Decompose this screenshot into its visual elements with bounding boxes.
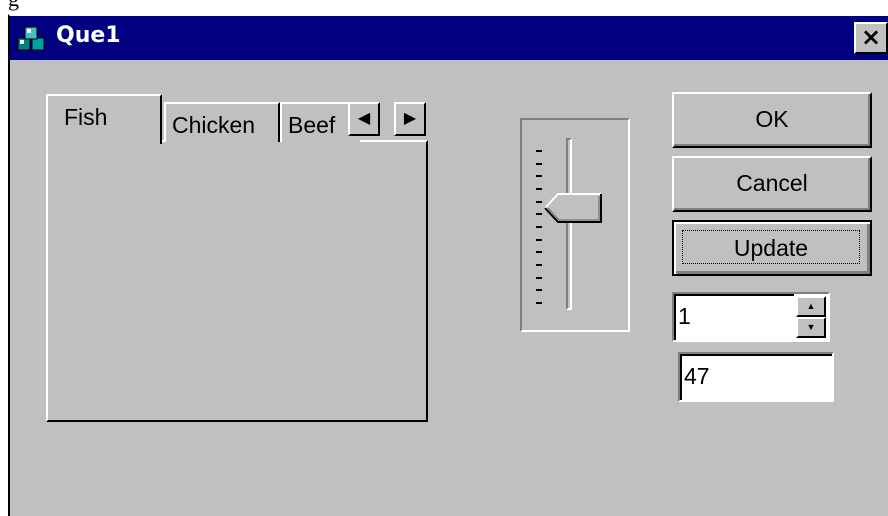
tab-fish[interactable]: Fish [46,94,162,144]
trackbar-tick [536,200,542,203]
value-input[interactable]: 47 [678,352,834,402]
spin-control: ▲ ▼ [794,292,830,342]
tab-chicken[interactable]: Chicken [164,102,280,142]
trackbar-tick [536,226,542,228]
trackbar-tick [536,264,542,266]
trackbar-tick [536,175,542,178]
close-icon: × [860,23,882,51]
arrow-up-icon: ▲ [806,301,816,311]
tab-panel [46,140,428,422]
tab-scroll-left-button[interactable]: ◀ [348,102,380,136]
spin-down-button[interactable]: ▼ [796,317,826,338]
arrow-left-icon: ◀ [357,110,371,127]
ok-button[interactable]: OK [672,92,872,148]
trackbar-tick [536,213,542,216]
trackbar-thumb[interactable] [544,192,602,224]
trackbar-tick [536,289,542,292]
background-text-fragment: g [8,0,19,12]
trackbar-tick [536,302,542,304]
close-button[interactable]: × [854,22,888,54]
trackbar-channel [566,138,572,310]
stacked-boxes-icon [17,26,45,51]
trackbar-tick [536,188,542,190]
update-button-label: Update [682,230,860,264]
spin-value-input[interactable]: 1 [672,292,796,342]
arrow-down-icon: ▼ [806,322,816,332]
trackbar-tick [536,238,542,241]
cancel-button[interactable]: Cancel [672,156,872,212]
vertical-trackbar[interactable] [520,118,630,332]
title-bar[interactable]: Que1 × [10,16,888,60]
trackbar-tick [536,150,542,152]
arrow-right-icon: ▶ [403,110,417,127]
update-button[interactable]: Update [672,220,872,276]
spin-up-button[interactable]: ▲ [796,296,826,317]
trackbar-tick [536,251,542,254]
window-title: Que1 [56,23,121,48]
tab-scroll-right-button[interactable]: ▶ [394,102,426,136]
dialog-window: Que1 × Fish Chicken Beef ◀ ▶ OK Cancel U… [8,14,888,516]
trackbar-tick [536,162,542,165]
trackbar-tick [536,276,542,279]
